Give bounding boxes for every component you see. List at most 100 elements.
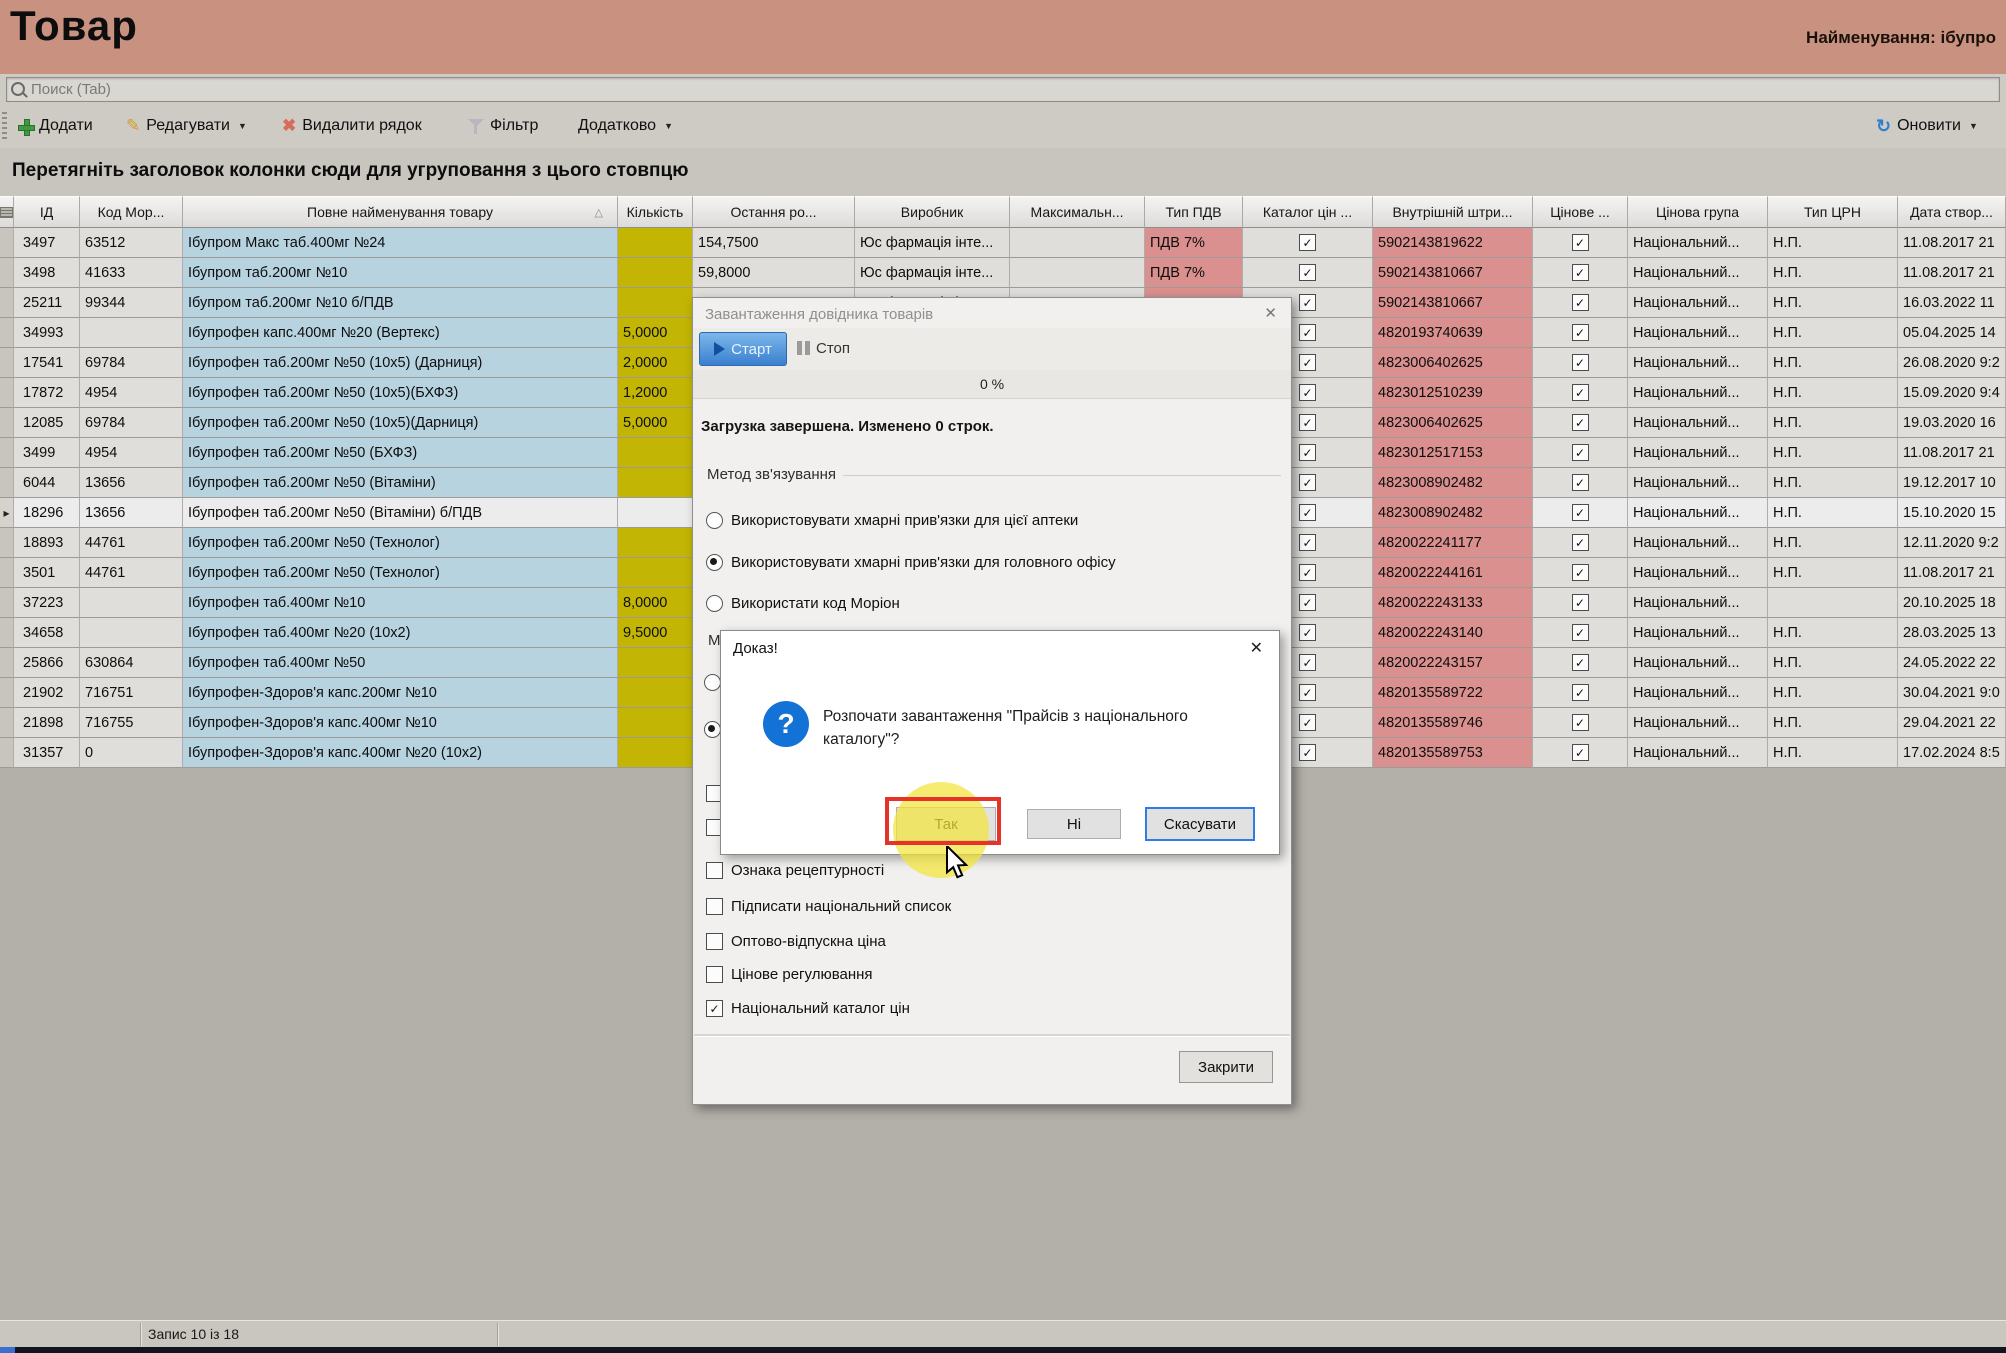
status-divider — [497, 1323, 499, 1346]
radio-method-morion-code[interactable]: Використати код Моріон — [706, 595, 900, 612]
column-header-barcode[interactable]: Внутрішній штри... — [1373, 196, 1533, 228]
cell-name: Ібупрофен-Здоров'я капс.200мг №10 — [183, 678, 618, 708]
cell-created: 19.03.2020 16 — [1898, 408, 2006, 438]
no-button[interactable]: Ні — [1027, 809, 1121, 839]
progress-chip — [0, 1347, 15, 1353]
group-by-hint: Перетягніть заголовок колонки сюди для у… — [12, 160, 688, 182]
grid-corner-icon — [0, 207, 13, 218]
cell-qty — [618, 228, 693, 258]
cell-ind — [0, 708, 14, 738]
column-header-code[interactable]: Код Мор... — [80, 196, 183, 228]
column-header-name[interactable]: Повне найменування товару△ — [183, 196, 618, 228]
column-header-price_flag[interactable]: Цінове ... — [1533, 196, 1628, 228]
cell-barcode: 4823012510239 — [1373, 378, 1533, 408]
edit-button[interactable]: ✎ Редагувати ▼ — [126, 114, 247, 138]
radio-method-this-pharmacy[interactable]: Використовувати хмарні прив'язки для ціє… — [706, 512, 1078, 529]
checkbox-checked-icon: ✓ — [1572, 264, 1589, 281]
group-by-band[interactable]: Перетягніть заголовок колонки сюди для у… — [0, 148, 2006, 196]
checkbox-checked-icon: ✓ — [1572, 474, 1589, 491]
cell-name: Ібупрофен таб.200мг №50 (10х5)(БХФЗ) — [183, 378, 618, 408]
column-header-ind[interactable] — [0, 196, 14, 228]
column-header-price_group[interactable]: Цінова група — [1628, 196, 1768, 228]
checkbox-sign-national-list[interactable]: Підписати національний список — [706, 898, 951, 915]
cell-qty — [618, 498, 693, 528]
checkbox-checked-icon: ✓ — [1299, 714, 1316, 731]
checkbox-prescription-flag[interactable]: Ознака рецептурності — [706, 862, 884, 879]
hidden-radio-selected-fragment[interactable] — [704, 721, 721, 738]
checkbox-national-price-catalog[interactable]: ✓ Національний каталог цін — [706, 1000, 910, 1017]
cell-vendor: Юс фармація інте... — [855, 228, 1010, 258]
column-header-catalog[interactable]: Каталог цін ... — [1243, 196, 1373, 228]
close-icon[interactable]: ✕ — [1250, 638, 1263, 658]
stop-label: Стоп — [816, 340, 850, 357]
cell-id: 3499 — [14, 438, 80, 468]
cell-id: 17541 — [14, 348, 80, 378]
cell-price_group: Національний... — [1628, 528, 1768, 558]
cell-crn: Н.П. — [1768, 708, 1898, 738]
add-label: Додати — [39, 117, 93, 135]
refresh-button[interactable]: ↻ Оновити ▼ — [1876, 114, 1978, 138]
bottom-strip — [0, 1347, 2006, 1353]
column-header-created[interactable]: Дата створ... — [1898, 196, 2006, 228]
checkbox-wholesale-price[interactable]: Оптово-відпускна ціна — [706, 933, 886, 950]
column-header-last[interactable]: Остання ро... — [693, 196, 855, 228]
checkbox-label: Оптово-відпускна ціна — [731, 933, 886, 950]
loader-dialog-title: Завантаження довідника товарів — [705, 306, 933, 323]
add-button[interactable]: Додати — [18, 114, 93, 138]
cell-created: 16.03.2022 11 — [1898, 288, 2006, 318]
cell-name: Ібупрофен-Здоров'я капс.400мг №20 (10х2) — [183, 738, 618, 768]
column-header-vendor[interactable]: Виробник — [855, 196, 1010, 228]
cell-qty — [618, 678, 693, 708]
radio-icon — [706, 512, 723, 529]
cell-price_flag: ✓ — [1533, 678, 1628, 708]
cell-crn: Н.П. — [1768, 318, 1898, 348]
cell-price_group: Національний... — [1628, 408, 1768, 438]
progress-value: 0 % — [980, 376, 1004, 392]
stop-button[interactable]: Стоп — [797, 336, 850, 360]
cell-name: Ібупрофен-Здоров'я капс.400мг №10 — [183, 708, 618, 738]
delete-icon: ✖ — [282, 116, 296, 136]
checkbox-checked-icon: ✓ — [1299, 564, 1316, 581]
cell-barcode: 4820022243140 — [1373, 618, 1533, 648]
start-button[interactable]: Старт — [699, 332, 787, 366]
page-title: Товар — [10, 2, 138, 50]
hidden-radio-fragment[interactable] — [704, 674, 721, 691]
cell-price_flag: ✓ — [1533, 438, 1628, 468]
cell-price_flag: ✓ — [1533, 318, 1628, 348]
checkbox-price-regulation[interactable]: Цінове регулювання — [706, 966, 873, 983]
cell-qty — [618, 258, 693, 288]
column-header-vat[interactable]: Тип ПДВ — [1145, 196, 1243, 228]
status-divider — [140, 1323, 142, 1346]
checkbox-checked-icon: ✓ — [1299, 504, 1316, 521]
checkbox-checked-icon: ✓ — [706, 1000, 723, 1017]
cell-id: 17872 — [14, 378, 80, 408]
delete-row-button[interactable]: ✖ Видалити рядок — [282, 114, 422, 138]
checkbox-checked-icon: ✓ — [1572, 324, 1589, 341]
cell-created: 15.10.2020 15 — [1898, 498, 2006, 528]
column-header-qty[interactable]: Кількість — [618, 196, 693, 228]
cell-id: 34993 — [14, 318, 80, 348]
table-row[interactable]: 349841633Ібупром таб.200мг №1059,8000Юс … — [0, 258, 2006, 288]
close-dialog-button[interactable]: Закрити — [1179, 1051, 1273, 1083]
close-icon[interactable]: ✕ — [1264, 304, 1277, 322]
column-header-crn[interactable]: Тип ЦРН — [1768, 196, 1898, 228]
cell-price_flag: ✓ — [1533, 498, 1628, 528]
column-header-max[interactable]: Максимальн... — [1010, 196, 1145, 228]
table-row[interactable]: 349763512Ібупром Макс таб.400мг №24154,7… — [0, 228, 2006, 258]
loader-toolbar: Старт Стоп — [693, 328, 1291, 371]
column-header-id[interactable]: ІД — [14, 196, 80, 228]
cancel-button[interactable]: Скасувати — [1145, 807, 1255, 841]
cell-qty — [618, 438, 693, 468]
title-bar: Товар Найменування: ібупро — [0, 0, 2006, 74]
cell-price_flag: ✓ — [1533, 618, 1628, 648]
checkbox-label: Національний каталог цін — [731, 1000, 910, 1017]
radio-method-head-office[interactable]: Використовувати хмарні прив'язки для гол… — [706, 554, 1116, 571]
filter-button[interactable]: Фільтр — [468, 114, 538, 138]
more-button[interactable]: Додатково ▼ — [578, 114, 673, 138]
search-input[interactable]: Поиск (Tab) — [6, 77, 2000, 102]
cell-barcode: 4820022243157 — [1373, 648, 1533, 678]
checkbox-label: Підписати національний список — [731, 898, 951, 915]
cell-id: 6044 — [14, 468, 80, 498]
checkbox-checked-icon: ✓ — [1572, 564, 1589, 581]
cell-ind — [0, 348, 14, 378]
